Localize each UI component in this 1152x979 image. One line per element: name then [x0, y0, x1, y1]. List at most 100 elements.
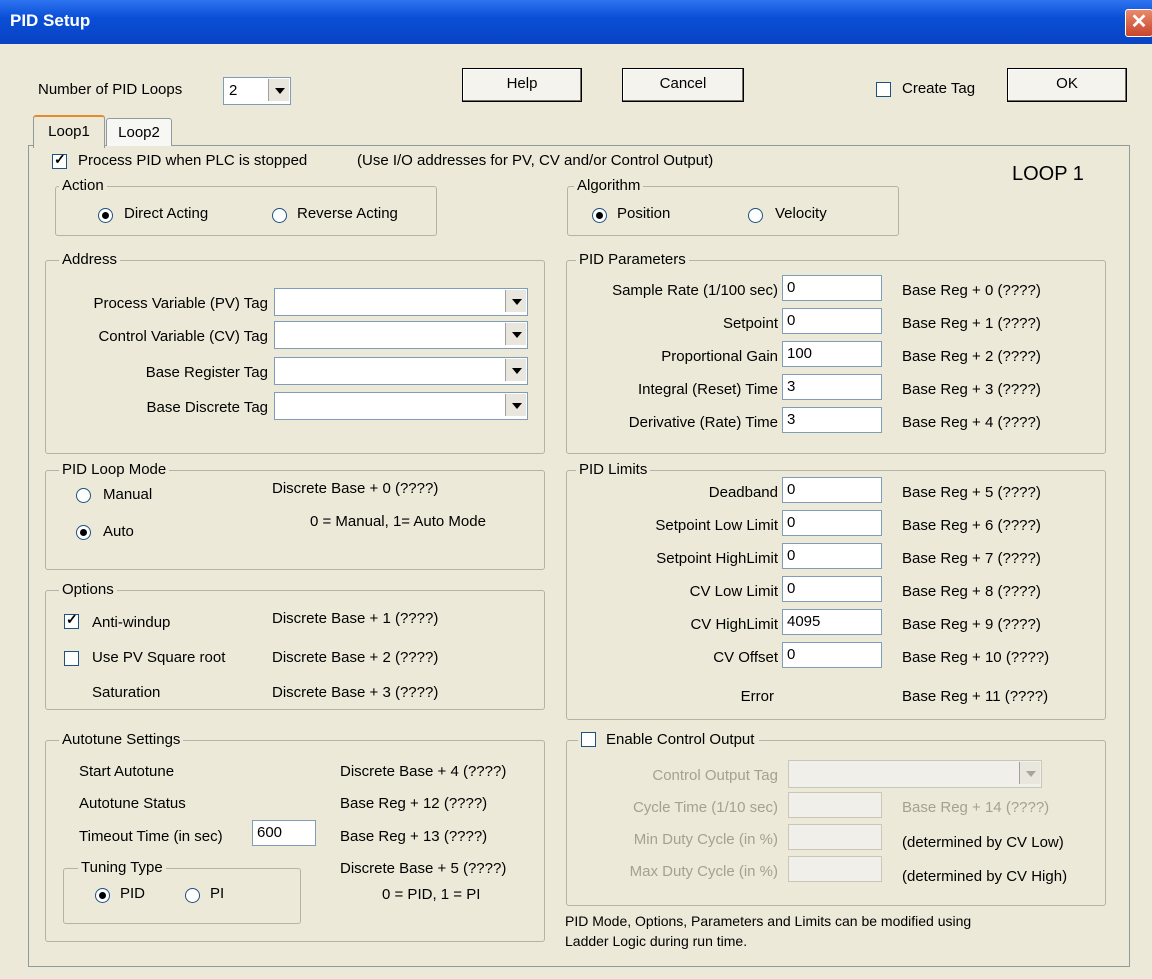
cancel-button[interactable]: Cancel [622, 68, 744, 102]
position-label: Position [617, 205, 671, 222]
velocity-label: Velocity [775, 205, 827, 222]
pid-parameter-label: Integral (Reset) Time [637, 381, 778, 398]
pid-limit-value: 0 [787, 547, 796, 564]
enable-control-output-label: Enable Control Output [606, 731, 755, 748]
cycle-time-input[interactable] [788, 792, 882, 818]
pid-parameter-input[interactable]: 3 [782, 407, 882, 433]
pid-limit-input[interactable]: 0 [782, 642, 882, 668]
direct-acting-radio[interactable] [98, 208, 113, 223]
pid-parameter-input[interactable]: 0 [782, 308, 882, 334]
pid-limit-label: Setpoint Low Limit [655, 517, 778, 534]
max-duty-input[interactable] [788, 856, 882, 882]
address-title: Address [59, 251, 121, 268]
help-button[interactable]: Help [462, 68, 582, 102]
pid-parameter-register: Base Reg + 0 (????) [902, 282, 1041, 299]
autotune-status-reg: Base Reg + 12 (????) [340, 795, 488, 812]
control-output-header: Enable Control Output [578, 731, 760, 748]
pid-parameter-value: 0 [787, 312, 796, 329]
num-loops-select[interactable]: 2 [223, 77, 291, 105]
pid-limits-title: PID Limits [576, 461, 651, 478]
pid-parameter-label: Proportional Gain [661, 348, 778, 365]
cv-tag-select[interactable] [274, 321, 528, 349]
min-duty-input[interactable] [788, 824, 882, 850]
pid-limit-label: CV Low Limit [689, 583, 778, 600]
pid-parameter-register: Base Reg + 1 (????) [902, 315, 1041, 332]
cycle-time-label: Cycle Time (1/10 sec) [632, 799, 778, 816]
min-duty-note: (determined by CV Low) [902, 834, 1064, 851]
loop-mode-title: PID Loop Mode [59, 461, 170, 478]
manual-radio[interactable] [76, 488, 91, 503]
chevron-down-icon[interactable] [268, 79, 289, 101]
chevron-down-icon[interactable] [505, 359, 526, 381]
pv-square-root-label: Use PV Square root [92, 649, 226, 666]
window-title: PID Setup [10, 11, 91, 30]
create-tag-checkbox[interactable] [876, 82, 891, 97]
num-loops-label: Number of PID Loops [38, 81, 183, 98]
auto-radio[interactable] [76, 525, 91, 540]
cycle-time-reg: Base Reg + 14 (????) [902, 799, 1050, 816]
pid-parameter-value: 100 [787, 345, 813, 362]
pv-square-root-checkbox[interactable] [64, 651, 79, 666]
pid-parameter-input[interactable]: 3 [782, 374, 882, 400]
pid-parameter-register: Base Reg + 4 (????) [902, 414, 1041, 431]
action-title: Action [59, 177, 107, 194]
pid-limit-register: Base Reg + 5 (????) [902, 484, 1041, 501]
pid-parameter-input[interactable]: 0 [782, 275, 882, 301]
pid-limit-input[interactable]: 0 [782, 510, 882, 536]
tuning-pid-label: PID [120, 885, 146, 902]
pid-limit-register: Base Reg + 8 (????) [902, 583, 1041, 600]
enable-control-output-checkbox[interactable] [581, 731, 596, 747]
anti-windup-label: Anti-windup [92, 614, 171, 631]
anti-windup-reg: Discrete Base + 1 (????) [272, 610, 439, 627]
velocity-radio[interactable] [748, 208, 763, 223]
pid-limit-value: 0 [787, 514, 796, 531]
ok-button[interactable]: OK [1007, 68, 1127, 102]
tab-loop1[interactable]: Loop1 [33, 115, 105, 148]
chevron-down-icon[interactable] [505, 323, 526, 345]
pid-limit-input[interactable]: 0 [782, 576, 882, 602]
loop-title: LOOP 1 [1012, 163, 1084, 185]
chevron-down-icon[interactable] [505, 394, 526, 416]
footer-note-2: Ladder Logic during run time. [565, 933, 748, 949]
reverse-acting-radio[interactable] [272, 208, 287, 223]
autotune-title: Autotune Settings [59, 731, 184, 748]
tuning-pid-radio[interactable] [95, 888, 110, 903]
pid-limit-register: Base Reg + 9 (????) [902, 616, 1041, 633]
pid-parameter-input[interactable]: 100 [782, 341, 882, 367]
control-output-tag-select[interactable] [788, 760, 1042, 788]
tuning-pi-label: PI [210, 885, 225, 902]
base-register-tag-select[interactable] [274, 357, 528, 385]
direct-acting-label: Direct Acting [124, 205, 209, 222]
pid-limit-value: 4095 [787, 613, 821, 630]
start-autotune-label: Start Autotune [79, 763, 175, 780]
pv-square-root-reg: Discrete Base + 2 (????) [272, 649, 439, 666]
pid-limit-label: Setpoint HighLimit [656, 550, 778, 567]
cv-tag-label: Control Variable (CV) Tag [98, 328, 268, 345]
pid-limit-input[interactable]: 0 [782, 543, 882, 569]
pv-tag-select[interactable] [274, 288, 528, 316]
chevron-down-icon[interactable] [1019, 762, 1040, 784]
tuning-type-title: Tuning Type [78, 859, 166, 876]
pid-limit-register: Base Reg + 7 (????) [902, 550, 1041, 567]
position-radio[interactable] [592, 208, 607, 223]
chevron-down-icon[interactable] [505, 290, 526, 312]
loop-mode-note: 0 = Manual, 1= Auto Mode [310, 513, 486, 530]
manual-label: Manual [103, 486, 153, 503]
tuning-pi-radio[interactable] [185, 888, 200, 903]
max-duty-label: Max Duty Cycle (in %) [629, 863, 778, 880]
tuning-type-note: 0 = PID, 1 = PI [382, 886, 481, 903]
pid-parameter-label: Setpoint [722, 315, 778, 332]
close-icon[interactable]: ✕ [1125, 9, 1152, 37]
base-discrete-tag-label: Base Discrete Tag [146, 399, 268, 416]
process-pid-note: (Use I/O addresses for PV, CV and/or Con… [357, 152, 714, 169]
tab-loop2[interactable]: Loop2 [106, 118, 172, 146]
pid-limit-input[interactable]: 4095 [782, 609, 882, 635]
anti-windup-checkbox[interactable] [64, 611, 79, 629]
pid-parameter-value: 3 [787, 411, 796, 428]
process-pid-checkbox[interactable] [52, 151, 67, 169]
base-discrete-tag-select[interactable] [274, 392, 528, 420]
timeout-input[interactable]: 600 [252, 820, 316, 846]
title-bar: PID Setup ✕ [0, 0, 1152, 44]
loop-mode-discrete: Discrete Base + 0 (????) [272, 480, 439, 497]
pid-limit-input[interactable]: 0 [782, 477, 882, 503]
